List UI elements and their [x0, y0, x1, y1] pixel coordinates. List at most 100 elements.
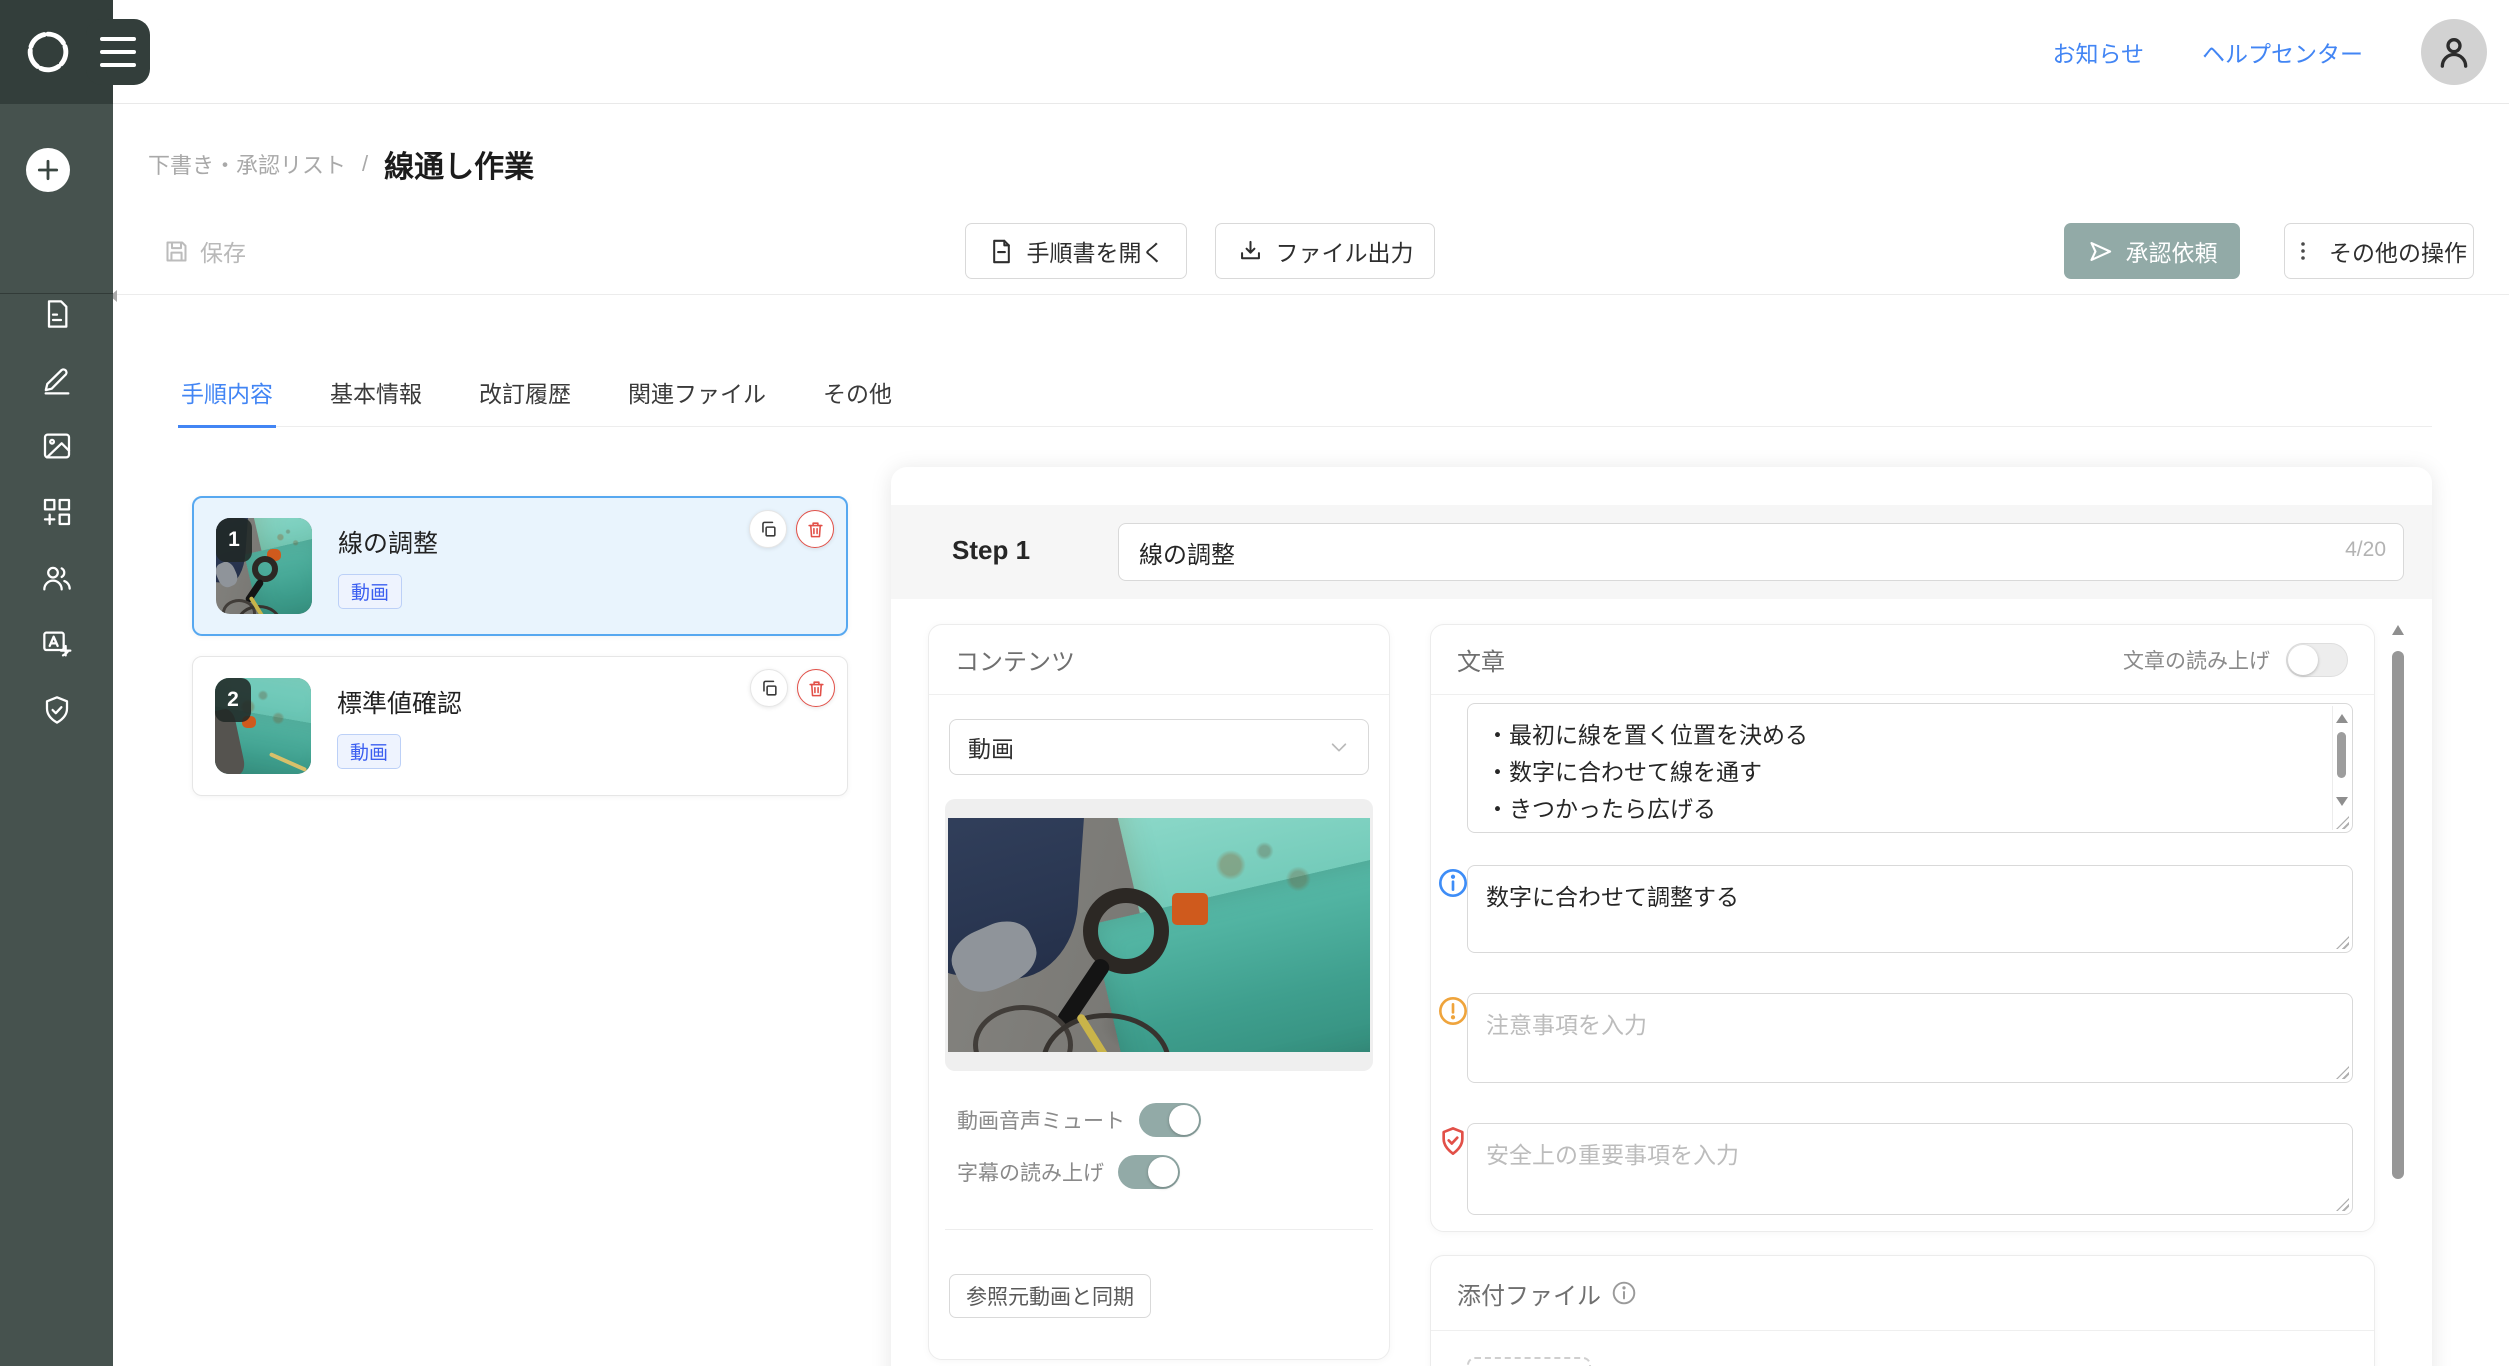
notice-link[interactable]: お知らせ	[2052, 35, 2144, 69]
resize-grip[interactable]	[2336, 1198, 2349, 1211]
sidebar-divider	[0, 293, 113, 294]
text-panel-title: 文章	[1457, 642, 1505, 677]
duplicate-step-button[interactable]	[750, 669, 788, 707]
char-counter: 4/20	[2345, 538, 2386, 562]
duplicate-step-button[interactable]	[749, 510, 787, 548]
other-actions-button[interactable]: その他の操作	[2284, 223, 2474, 279]
delete-step-button[interactable]	[796, 510, 834, 548]
shield-check-icon	[41, 694, 73, 726]
subtitle-tts-label: 字幕の読み上げ	[957, 1157, 1104, 1187]
header-right: お知らせ ヘルプセンター	[2052, 0, 2487, 104]
step-1-actions	[749, 510, 834, 548]
save-button[interactable]: 保存	[163, 223, 246, 279]
content-panel: コンテンツ 動画	[928, 624, 1390, 1360]
caution-placeholder: 注意事項を入力	[1468, 994, 2352, 1054]
step-card-1[interactable]: 1 線の調整 動画	[192, 496, 848, 636]
media-type-badge: 動画	[337, 734, 401, 769]
help-center-link[interactable]: ヘルプセンター	[2202, 35, 2363, 69]
scrollbar-thumb[interactable]	[2337, 732, 2346, 778]
info-textarea[interactable]: 数字に合わせて調整する	[1467, 865, 2353, 953]
content-panel-header: コンテンツ	[929, 625, 1389, 695]
add-button[interactable]	[26, 148, 70, 192]
step-title: 線の調整	[338, 524, 438, 560]
text-tts-toggle[interactable]	[2286, 643, 2348, 677]
app-root: お知らせ ヘルプセンター	[0, 0, 2509, 1366]
attachment-panel-header: 添付ファイル	[1431, 1256, 2374, 1331]
media-type-select[interactable]: 動画	[949, 719, 1369, 775]
send-icon	[2087, 238, 2114, 265]
image-icon	[41, 430, 73, 462]
menu-button[interactable]	[86, 19, 150, 85]
person-icon	[2434, 32, 2474, 72]
sidebar-item-documents[interactable]	[33, 298, 81, 330]
media-type-value: 動画	[968, 730, 1014, 764]
avatar[interactable]	[2421, 19, 2487, 85]
sidebar-item-translate[interactable]	[33, 628, 81, 660]
tab-related-files[interactable]: 関連ファイル	[625, 359, 769, 428]
attachment-title-text: 添付ファイル	[1457, 1276, 1601, 1311]
sidebar-item-members[interactable]	[33, 562, 81, 594]
textarea-scrollbar[interactable]	[2332, 706, 2350, 830]
plus-icon	[35, 157, 61, 183]
step-1-thumbnail: 1	[216, 518, 312, 614]
top-header: お知らせ ヘルプセンター	[0, 0, 2509, 104]
resize-grip[interactable]	[2336, 936, 2349, 949]
info-icon	[1437, 867, 1469, 899]
sync-source-video-button[interactable]: 参照元動画と同期	[949, 1274, 1151, 1318]
mute-toggle[interactable]	[1139, 1103, 1201, 1137]
warning-icon	[1437, 995, 1469, 1027]
detail-scrollbar[interactable]	[2392, 625, 2404, 1366]
body-textarea[interactable]: ・最初に線を置く位置を決める ・数字に合わせて線を通す ・きつかったら広げる	[1467, 703, 2353, 833]
attachment-panel-title: 添付ファイル	[1457, 1276, 1637, 1311]
trash-icon	[806, 520, 825, 539]
tab-bar: 手順内容 基本情報 改訂履歴 関連ファイル その他	[178, 359, 2432, 427]
approval-request-button[interactable]: 承認依頼	[2064, 223, 2240, 279]
info-tooltip-icon[interactable]	[1611, 1280, 1637, 1306]
step-title: 標準値確認	[337, 684, 462, 720]
main-content: 下書き・承認リスト / 線通し作業 保存 手順書を開く	[113, 104, 2509, 1366]
sidebar-item-approval[interactable]	[33, 694, 81, 726]
content-divider	[945, 1229, 1373, 1230]
scroll-up-icon[interactable]	[2336, 714, 2348, 723]
step-card-2[interactable]: 2 標準値確認 動画	[192, 656, 848, 796]
content-panel-title: コンテンツ	[955, 642, 1075, 677]
step-2-thumbnail: 2	[215, 678, 311, 774]
tab-basic-info[interactable]: 基本情報	[327, 359, 425, 428]
scrollbar-thumb[interactable]	[2392, 651, 2404, 1179]
text-tts-control: 文章の読み上げ	[2123, 643, 2348, 677]
video-toggles: 動画音声ミュート 字幕の読み上げ	[929, 1099, 1389, 1193]
caution-textarea[interactable]: 注意事項を入力	[1467, 993, 2353, 1083]
breadcrumb-parent[interactable]: 下書き・承認リスト	[148, 148, 346, 180]
copy-icon	[760, 679, 779, 698]
step-title-input[interactable]	[1118, 523, 2404, 581]
file-export-button[interactable]: ファイル出力	[1215, 223, 1435, 279]
sidebar	[0, 104, 113, 1366]
delete-step-button[interactable]	[797, 669, 835, 707]
info-text: 数字に合わせて調整する	[1468, 866, 2352, 926]
sidebar-item-media[interactable]	[33, 430, 81, 462]
file-export-label: ファイル出力	[1276, 234, 1414, 268]
open-manual-button[interactable]: 手順書を開く	[965, 223, 1187, 279]
step-list: 1 線の調整 動画	[192, 496, 848, 796]
step-detail-panel: Step 1 4/20 コンテンツ 動画	[891, 467, 2432, 1366]
page-title: 線通し作業	[384, 142, 534, 186]
tab-others[interactable]: その他	[820, 359, 895, 428]
sidebar-item-templates[interactable]	[33, 496, 81, 528]
open-manual-label: 手順書を開く	[1027, 234, 1165, 268]
users-icon	[41, 562, 73, 594]
add-attachment-button[interactable]	[1467, 1357, 1591, 1366]
sidebar-item-edit[interactable]	[33, 364, 81, 396]
step-header: Step 1 4/20	[891, 505, 2432, 599]
scroll-up-icon[interactable]	[2392, 625, 2404, 635]
scroll-down-icon[interactable]	[2336, 797, 2348, 806]
tab-revision-history[interactable]: 改訂履歴	[476, 359, 574, 428]
resize-grip[interactable]	[2336, 1066, 2349, 1079]
step-label: Step 1	[952, 535, 1030, 566]
step-2-info: 標準値確認 動画	[337, 684, 462, 769]
translate-icon	[41, 628, 73, 660]
tab-procedure-content[interactable]: 手順内容	[178, 359, 276, 428]
other-actions-label: その他の操作	[2329, 234, 2467, 268]
subtitle-tts-toggle[interactable]	[1118, 1155, 1180, 1189]
safety-textarea[interactable]: 安全上の重要事項を入力	[1467, 1123, 2353, 1215]
video-preview[interactable]	[948, 818, 1370, 1052]
